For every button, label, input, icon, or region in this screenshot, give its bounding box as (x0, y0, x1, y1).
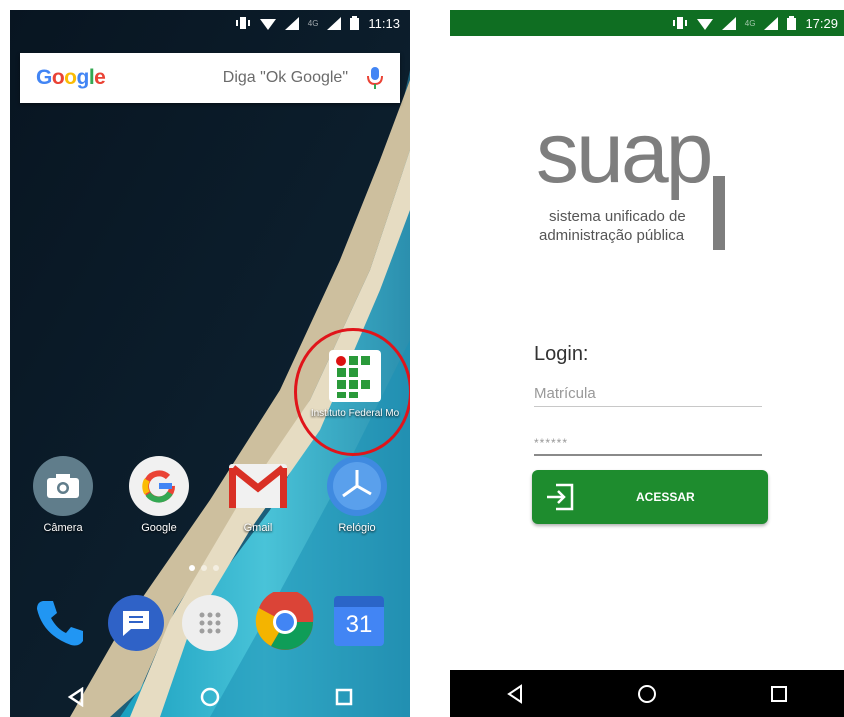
navigation-bar (10, 677, 410, 717)
app-label: Câmera (43, 522, 83, 534)
hotseat-app-drawer[interactable] (182, 595, 238, 651)
matricula-input[interactable]: Matrícula (534, 385, 762, 407)
page-dot (213, 565, 219, 571)
login-arrow-icon (547, 483, 574, 511)
app-camera[interactable]: Câmera (30, 456, 96, 534)
page-dot (201, 565, 207, 571)
calendar-day: 31 (345, 611, 373, 638)
camera-icon (33, 456, 93, 516)
google-search-bar[interactable]: Google Diga "Ok Google" (20, 53, 400, 103)
page-dot (189, 565, 195, 571)
home-icon[interactable] (636, 683, 658, 705)
google-logo: Google (36, 66, 106, 89)
navigation-bar (450, 670, 844, 717)
suap-logo-word: suap (536, 105, 713, 201)
status-time: 17:29 (805, 15, 838, 31)
calendar-icon: 31 (334, 596, 384, 646)
app-label: Gmail (243, 522, 273, 534)
google-icon (129, 456, 189, 516)
back-icon[interactable] (66, 687, 86, 707)
app-google[interactable]: Google (126, 456, 192, 534)
status-time: 11:13 (368, 15, 400, 31)
app-label: Instituto Federal Mo (310, 408, 400, 419)
recents-icon[interactable] (769, 684, 789, 704)
app-gmail[interactable]: Gmail (225, 456, 291, 534)
login-title: Login: (534, 343, 589, 365)
acessar-label: ACESSAR (636, 490, 695, 504)
app-drawer-icon (182, 595, 238, 651)
clock-icon (327, 456, 387, 516)
wifi-icon (696, 17, 713, 30)
suap-logo: suap sistema unificado de administração … (536, 110, 766, 250)
acessar-button[interactable]: ACESSAR (532, 470, 768, 524)
suap-login-screen: 4G 17:29 suap sistema unificado de admin… (450, 10, 844, 717)
signal-icon-2 (327, 16, 342, 30)
home-screen: 4G 11:13 Google Diga "Ok Google" Institu… (10, 10, 410, 717)
recents-icon[interactable] (334, 687, 354, 707)
hotseat-messages[interactable] (108, 595, 164, 651)
mic-icon[interactable] (366, 67, 384, 89)
back-icon[interactable] (505, 683, 525, 704)
home-icon[interactable] (199, 686, 221, 708)
app-label: Google (141, 522, 177, 534)
signal-icon-2 (764, 16, 779, 30)
network-type: 4G (744, 18, 756, 28)
app-clock[interactable]: Relógio (324, 456, 390, 534)
signal-icon (284, 16, 299, 30)
signal-icon (721, 16, 736, 30)
phone-icon (37, 601, 83, 646)
status-bar: 4G 11:13 (10, 10, 410, 36)
vibrate-icon (672, 16, 688, 30)
hotseat-phone[interactable] (32, 595, 88, 649)
battery-icon (350, 16, 360, 30)
password-input[interactable]: ****** (534, 436, 762, 456)
app-label: Relógio (338, 522, 376, 534)
suap-subtitle-line2: administração pública (539, 227, 685, 244)
page-indicator (189, 565, 219, 571)
search-hint: Diga "Ok Google" (222, 69, 348, 86)
wifi-icon (259, 17, 276, 30)
suap-subtitle-line1: sistema unificado de (549, 208, 686, 225)
chrome-icon (255, 592, 314, 650)
ifrn-logo-icon (329, 350, 381, 402)
gmail-icon (228, 456, 288, 516)
suap-logo-bar (713, 176, 725, 250)
app-instituto-federal[interactable]: Instituto Federal Mo (310, 350, 400, 419)
battery-icon (787, 16, 797, 30)
status-bar: 4G 17:29 (450, 10, 844, 36)
vibrate-icon (235, 16, 251, 30)
messages-icon (108, 595, 164, 651)
network-type: 4G (307, 18, 319, 28)
hotseat-calendar[interactable]: 31 (332, 596, 386, 646)
hotseat-chrome[interactable] (254, 592, 316, 652)
